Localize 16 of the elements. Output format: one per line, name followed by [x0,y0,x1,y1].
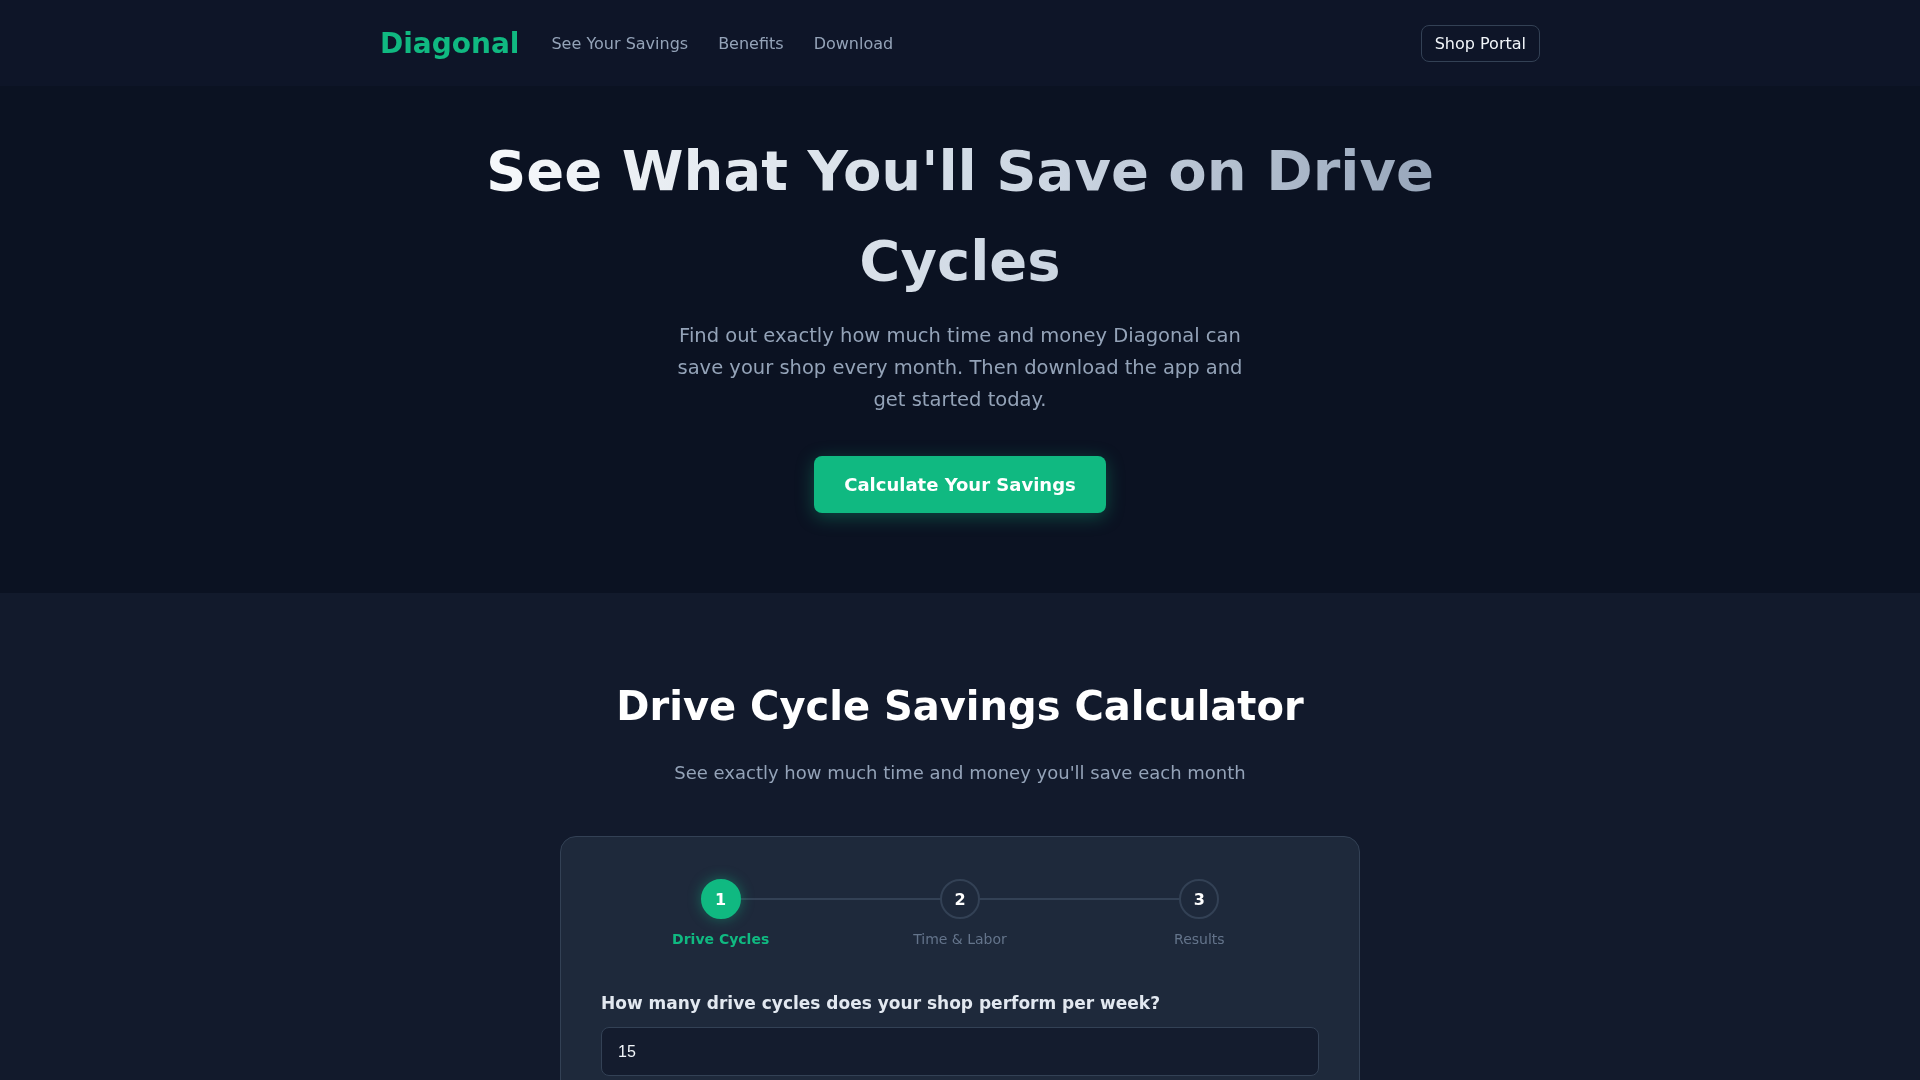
hero-subtitle: Find out exactly how much time and money Diagonal can save your shop every month. Then download the app and get started today. [676,323,1244,413]
nav-link[interactable]: See Your Savings [551,33,689,53]
step-label: Results [1174,931,1225,947]
calculator-subtitle: See exactly how much time and money you'll save each month [674,762,1246,783]
nav-link[interactable]: Download [813,33,894,53]
input-field[interactable]: 15 [601,1027,1319,1076]
question-label: How many drive cycles does your shop perform per week? [601,993,1162,1013]
logo[interactable]: Diagonal [380,26,520,60]
step-label: Drive Cycles [672,931,770,947]
shop-portal-button[interactable]: Shop Portal [1420,24,1540,62]
step-number: 1 [700,879,741,919]
calculator-title: Drive Cycle Savings Calculator [616,682,1304,731]
step-number: 2 [940,879,980,919]
step-number: 3 [1179,879,1220,919]
nav-link[interactable]: Benefits [718,33,784,53]
step-label: Time & Labor [913,931,1007,947]
